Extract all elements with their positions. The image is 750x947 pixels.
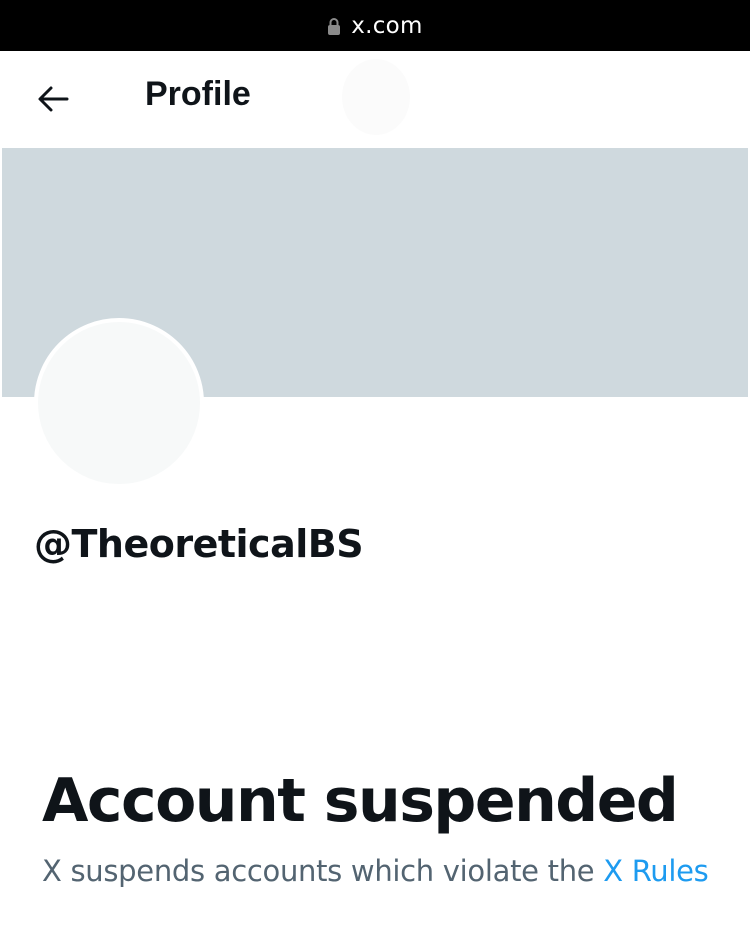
- profile-header: Profile: [0, 51, 750, 148]
- avatar: [34, 318, 204, 488]
- arrow-left-icon: [38, 86, 69, 112]
- suspended-description-text: X suspends accounts which violate the: [42, 854, 604, 888]
- url-display[interactable]: x.com: [327, 13, 423, 39]
- suspended-heading: Account suspended: [42, 766, 679, 836]
- lock-icon: [328, 17, 341, 35]
- page-title: Profile: [145, 75, 251, 113]
- back-button[interactable]: [30, 78, 76, 120]
- url-text: x.com: [351, 12, 423, 39]
- x-rules-link[interactable]: X Rules: [603, 854, 709, 888]
- browser-url-bar[interactable]: x.com: [0, 0, 750, 51]
- header-placeholder: [342, 59, 410, 135]
- suspended-description: X suspends accounts which violate the X …: [42, 854, 709, 888]
- profile-handle: @TheoreticalBS: [34, 522, 364, 566]
